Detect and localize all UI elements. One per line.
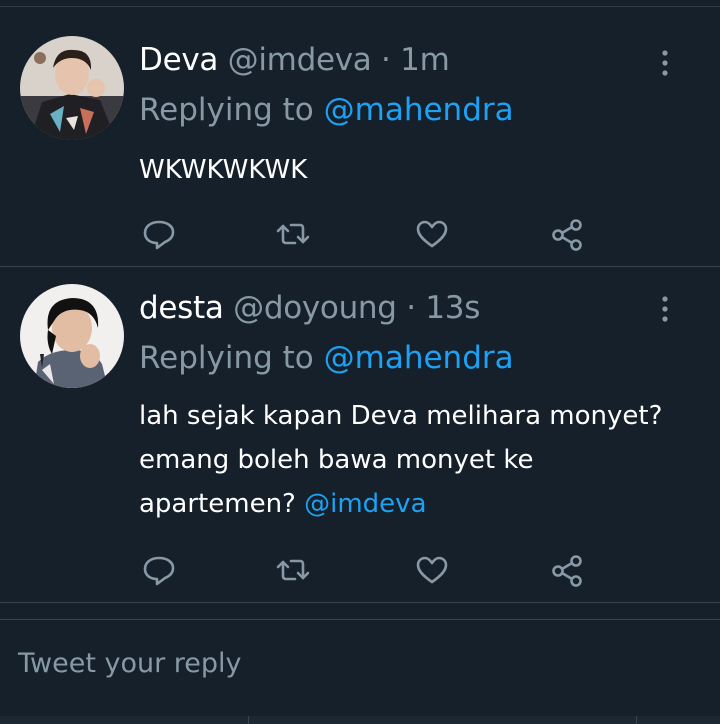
replying-to: Replying to @mahendra	[139, 338, 514, 378]
tweet-text: lah sejak kapan Deva melihara monyet? em…	[139, 394, 679, 526]
user-handle[interactable]: @doyoung	[233, 290, 397, 326]
tweet-actions	[139, 214, 599, 254]
share-icon[interactable]	[547, 550, 587, 590]
reply-icon[interactable]	[139, 214, 179, 254]
replying-to: Replying to @mahendra	[139, 90, 514, 130]
reply-composer-input[interactable]: Tweet your reply	[18, 648, 242, 679]
replying-to-label: Replying to	[139, 340, 314, 376]
more-vertical-icon[interactable]	[655, 294, 675, 324]
timestamp[interactable]: 1m	[400, 42, 450, 78]
tweet-body-text: WKWKWKWK	[139, 155, 308, 185]
display-name[interactable]: Deva	[139, 42, 218, 78]
avatar[interactable]	[20, 36, 124, 140]
share-icon[interactable]	[547, 214, 587, 254]
top-divider	[0, 6, 720, 7]
separator-dot: ·	[406, 290, 416, 326]
more-vertical-icon[interactable]	[655, 48, 675, 78]
bottom-bar	[0, 716, 720, 724]
user-handle[interactable]: @imdeva	[228, 42, 372, 78]
tweet-divider	[0, 266, 720, 267]
tweet[interactable]: desta @doyoung · 13s Replying to @mahend…	[0, 268, 720, 602]
replying-to-mention[interactable]: @mahendra	[324, 92, 514, 128]
tweet-actions	[139, 550, 599, 590]
composer-divider	[0, 619, 720, 620]
tweet-divider	[0, 602, 720, 603]
tweet[interactable]: Deva @imdeva · 1m Replying to @mahendra …	[0, 14, 720, 266]
retweet-icon[interactable]	[273, 214, 313, 254]
tweet-header: Deva @imdeva · 1m	[139, 40, 450, 80]
replying-to-label: Replying to	[139, 92, 314, 128]
reply-icon[interactable]	[139, 550, 179, 590]
avatar[interactable]	[20, 284, 124, 388]
tweet-text: WKWKWKWK	[139, 148, 679, 192]
timestamp[interactable]: 13s	[425, 290, 480, 326]
replying-to-mention[interactable]: @mahendra	[324, 340, 514, 376]
tweet-mention[interactable]: @imdeva	[304, 489, 426, 519]
like-icon[interactable]	[412, 550, 452, 590]
separator-dot: ·	[381, 42, 391, 78]
display-name[interactable]: desta	[139, 290, 224, 326]
tweet-header: desta @doyoung · 13s	[139, 288, 480, 328]
like-icon[interactable]	[412, 214, 452, 254]
retweet-icon[interactable]	[273, 550, 313, 590]
